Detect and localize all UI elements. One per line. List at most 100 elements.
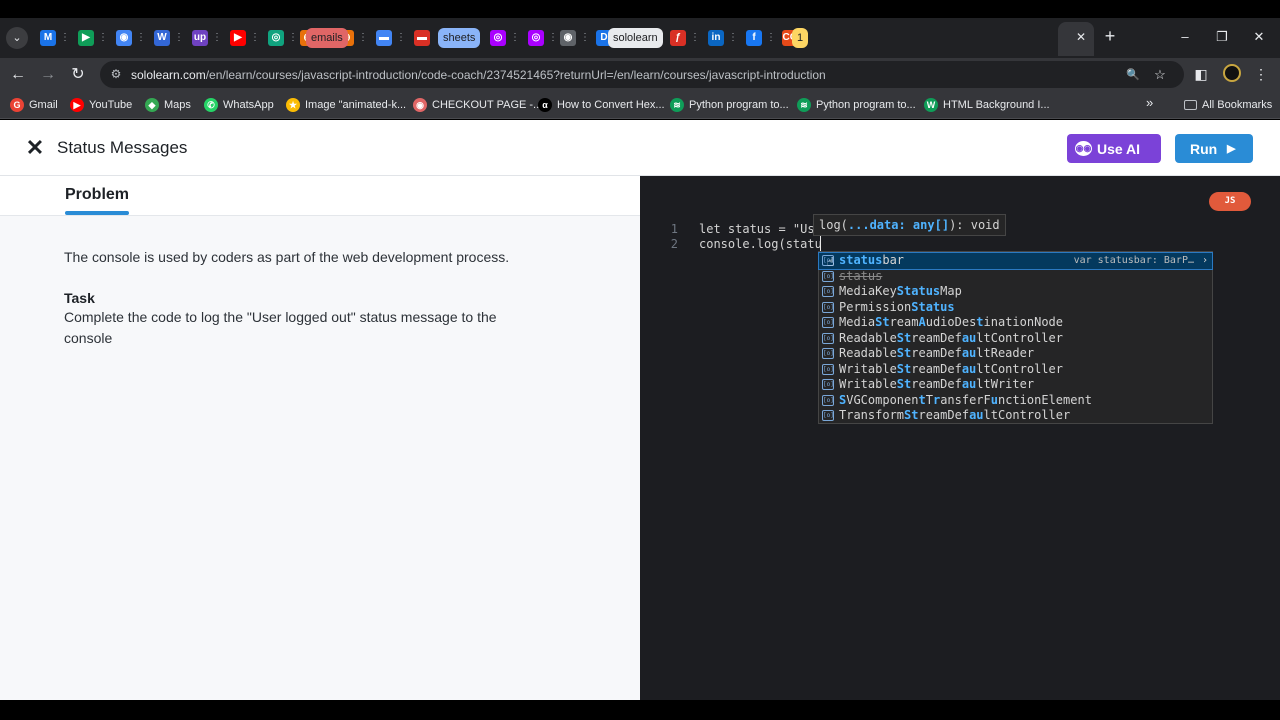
- bookmark-label: How to Convert Hex...: [557, 99, 665, 112]
- mouse-pointer-icon: ☝: [827, 255, 835, 269]
- tab-title-fragment: ⋮: [136, 32, 146, 43]
- bookmark-favicon-icon: ✆: [204, 98, 218, 113]
- suggestion-label: ReadableStreamDefaultReader: [839, 346, 1035, 360]
- browser-tab[interactable]: ▬⋮: [370, 24, 406, 52]
- suggestion-label: statusbar: [839, 253, 905, 267]
- code-line[interactable]: console.log(statu: [699, 236, 822, 252]
- browser-tab[interactable]: ◎ ⋮: [522, 24, 558, 52]
- ai-robot-icon: ◉◉: [1075, 141, 1092, 156]
- browser-tab[interactable]: ƒ ⋮: [664, 24, 700, 52]
- active-tab[interactable]: ✕: [1058, 22, 1094, 56]
- tab-active-indicator: [65, 211, 129, 215]
- bookmark-item[interactable]: ✆ WhatsApp: [204, 97, 274, 113]
- tab-favicon-icon: f: [746, 30, 762, 46]
- bookmark-item[interactable]: W HTML Background I...: [924, 97, 1050, 113]
- bookmark-label: Gmail: [29, 99, 58, 112]
- profile-avatar[interactable]: [1223, 64, 1241, 82]
- browser-menu-icon[interactable]: ⋮: [1250, 63, 1272, 85]
- browser-tab[interactable]: W ⋮: [148, 24, 184, 52]
- tab-favicon-icon: ◉: [116, 30, 132, 46]
- tab-favicon-icon: W: [154, 30, 170, 46]
- variable-icon: [o]: [822, 348, 834, 359]
- bookmarks-overflow-icon[interactable]: »: [1146, 95, 1153, 111]
- zoom-icon[interactable]: 🔍: [1124, 66, 1142, 84]
- suggestion-item[interactable]: [o] TransformStreamDefaultController: [819, 408, 1212, 424]
- tab-title-fragment: ⋮: [690, 32, 700, 43]
- bookmark-label: YouTube: [89, 99, 133, 112]
- run-button[interactable]: Run ▶: [1175, 134, 1253, 163]
- bookmark-item[interactable]: ▶ YouTube: [70, 97, 132, 113]
- side-panel-icon[interactable]: ◧: [1190, 63, 1212, 85]
- tab-chip-sheets[interactable]: sheets: [438, 28, 481, 48]
- browser-tab[interactable]: ◉⋮: [110, 24, 146, 52]
- browser-tab[interactable]: ◎ ⋮: [484, 24, 520, 52]
- suggestion-item[interactable]: [o] status: [819, 269, 1212, 285]
- browser-tab[interactable]: ◉⋮: [554, 24, 590, 52]
- forward-icon[interactable]: →: [36, 63, 60, 87]
- back-icon[interactable]: ←: [6, 63, 30, 87]
- all-bookmarks-button[interactable]: All Bookmarks: [1184, 97, 1272, 113]
- address-bar[interactable]: ⚙ sololearn.com/en/learn/courses/javascr…: [100, 61, 1184, 88]
- browser-tab[interactable]: M ⋮: [34, 24, 70, 52]
- site-info-icon[interactable]: ⚙: [108, 66, 124, 82]
- tab-chip-emails[interactable]: emails: [306, 28, 348, 48]
- suggestion-item[interactable]: [o] ReadableStreamDefaultReader: [819, 346, 1212, 362]
- tab-list: M⋮▶⋮◉⋮W⋮up⋮▶⋮◎⋮◉⋮◉⋮▬⋮▬⋮△⋮◎⋮◎⋮◉⋮D⋮▣⋮ƒ⋮in⋮…: [34, 22, 1094, 56]
- hint-suffix: ): void: [949, 218, 1000, 232]
- minimize-icon[interactable]: –: [1170, 26, 1200, 48]
- browser-tab[interactable]: ◎ ⋮: [262, 24, 298, 52]
- window-close-icon[interactable]: ✕: [1244, 26, 1274, 48]
- search-tabs-icon[interactable]: ⌄: [6, 27, 28, 49]
- browser-tab[interactable]: up ⋮: [186, 24, 222, 52]
- language-badge: JS: [1209, 192, 1251, 211]
- browser-tab[interactable]: in ⋮: [702, 24, 738, 52]
- variable-icon: [o]: [822, 363, 834, 375]
- variable-icon: [o]: [822, 301, 834, 313]
- restore-icon[interactable]: ❐: [1207, 26, 1237, 48]
- new-tab-icon[interactable]: +: [1100, 26, 1120, 46]
- bookmark-item[interactable]: ◉ CHECKOUT PAGE -...: [413, 97, 542, 113]
- task-body: Complete the code to log the "User logge…: [64, 309, 497, 346]
- code-line[interactable]: let status = "Us: [699, 221, 815, 237]
- bookmark-item[interactable]: α How to Convert Hex...: [538, 97, 665, 113]
- tab-favicon-icon: ƒ: [670, 30, 686, 46]
- close-icon[interactable]: ✕: [24, 136, 46, 160]
- bookmark-favicon-icon: ▶: [70, 98, 84, 113]
- suggestion-item[interactable]: [o] statusbar var statusbar: BarP… ›: [818, 252, 1213, 270]
- suggestion-item[interactable]: [o] MediaStreamAudioDestinationNode: [819, 315, 1212, 331]
- browser-tab-strip: ⌄ M⋮▶⋮◉⋮W⋮up⋮▶⋮◎⋮◉⋮◉⋮▬⋮▬⋮△⋮◎⋮◎⋮◉⋮D⋮▣⋮ƒ⋮i…: [0, 18, 1280, 58]
- url-domain: sololearn.com: [131, 68, 206, 82]
- suggestion-item[interactable]: [o] ReadableStreamDefaultController: [819, 331, 1212, 347]
- variable-icon: [o]: [822, 410, 834, 421]
- tab-chip-badge[interactable]: 1: [792, 28, 809, 48]
- browser-tab[interactable]: f ⋮: [740, 24, 776, 52]
- bookmark-item[interactable]: ◆ Maps: [145, 97, 191, 113]
- expand-details-icon[interactable]: ›: [1202, 253, 1208, 269]
- suggestion-label: ReadableStreamDefaultController: [839, 330, 1063, 345]
- browser-tab[interactable]: ▶ ⋮: [224, 24, 260, 52]
- tab-title-fragment: ⋮: [174, 32, 184, 43]
- tab-close-icon[interactable]: ✕: [1074, 30, 1088, 44]
- browser-tab[interactable]: ▶ ⋮: [72, 24, 108, 52]
- reload-icon[interactable]: ↻: [66, 63, 90, 87]
- run-label: Run: [1190, 141, 1218, 157]
- tab-chip-sololearn[interactable]: sololearn: [608, 28, 663, 48]
- tab-title-fragment: ⋮: [728, 32, 738, 43]
- bookmark-favicon-icon: ◆: [145, 98, 159, 113]
- suggestion-label: WritableStreamDefaultWriter: [839, 377, 1035, 391]
- bookmark-star-icon[interactable]: ☆: [1151, 66, 1169, 84]
- use-ai-button[interactable]: ◉◉ Use AI: [1067, 134, 1161, 163]
- bookmark-item[interactable]: ≋ Python program to...: [670, 97, 789, 113]
- code-editor[interactable]: JS 1 let status = "Us 2 console.log(stat…: [640, 176, 1280, 700]
- bookmark-item[interactable]: G Gmail: [10, 97, 58, 113]
- tab-title-fragment: ⋮: [396, 32, 406, 43]
- suggestion-item[interactable]: [o] SVGComponentTransferFunctionElement: [819, 393, 1212, 409]
- suggestion-item[interactable]: [o] WritableStreamDefaultController: [819, 362, 1212, 378]
- tab-favicon-icon: ▶: [230, 30, 246, 46]
- bookmark-item[interactable]: ≋ Python program to...: [797, 97, 916, 113]
- suggestion-item[interactable]: [o] WritableStreamDefaultWriter: [819, 377, 1212, 393]
- bookmark-item[interactable]: ★ Image "animated-k...: [286, 97, 406, 113]
- tab-problem[interactable]: Problem: [65, 186, 129, 204]
- suggestion-item[interactable]: [o] PermissionStatus: [819, 300, 1212, 316]
- suggestion-item[interactable]: [o] MediaKeyStatusMap: [819, 284, 1212, 300]
